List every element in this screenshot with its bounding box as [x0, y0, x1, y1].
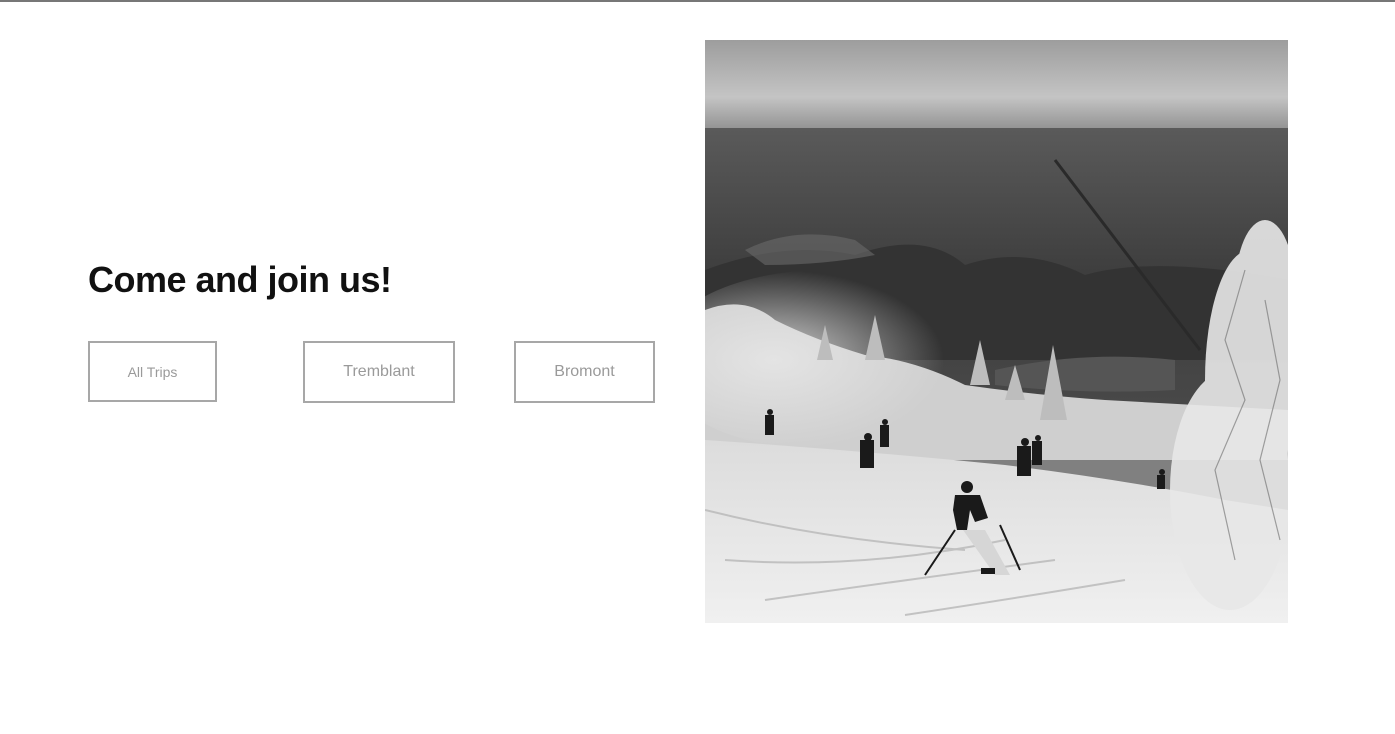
- ski-slope-photo: [705, 40, 1288, 623]
- filter-tremblant-button[interactable]: Tremblant: [303, 341, 455, 403]
- section-heading: Come and join us!: [88, 259, 392, 300]
- filter-bromont-button[interactable]: Bromont: [514, 341, 655, 403]
- filter-all-trips-button[interactable]: All Trips: [88, 341, 217, 402]
- top-divider: [0, 0, 1395, 2]
